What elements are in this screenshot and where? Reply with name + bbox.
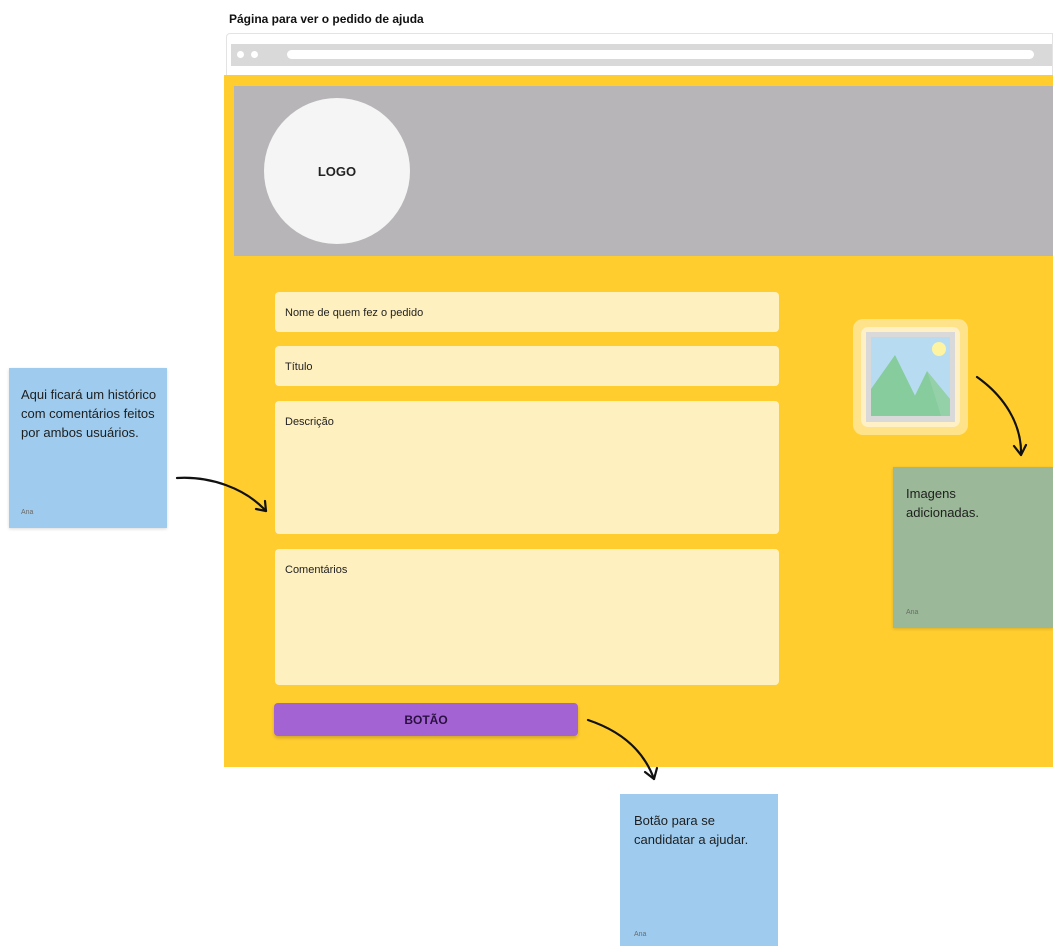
title-field[interactable]: Título [275,346,779,386]
sticky-note-history[interactable]: Aqui ficará um histórico com comentários… [9,368,167,528]
apply-button[interactable]: BOTÃO [274,703,578,736]
logo: LOGO [264,98,410,244]
sticky-note-author: Ana [906,609,919,616]
browser-bar [226,33,1053,75]
window-dot-icon [237,51,244,58]
window-dot-icon [251,51,258,58]
header: LOGO [234,86,1053,256]
sticky-note-author: Ana [21,509,34,516]
sticky-note-text: Aqui ficará um histórico com comentários… [21,387,157,440]
sticky-note-images[interactable]: Imagens adicionadas. Ana [893,467,1053,628]
sticky-note-text: Imagens adicionadas. [906,486,979,520]
comments-field[interactable]: Comentários [275,549,779,685]
browser-toolbar [231,44,1052,66]
sticky-note-text: Botão para se candidatar a ajudar. [634,813,749,847]
sticky-note-author: Ana [634,931,647,938]
description-field[interactable]: Descrição [275,401,779,534]
address-bar[interactable] [287,50,1034,59]
sticky-note-button[interactable]: Botão para se candidatar a ajudar. Ana [620,794,778,946]
requester-name-field[interactable]: Nome de quem fez o pedido [275,292,779,332]
help-request-page: LOGO Nome de quem fez o pedido Título De… [224,75,1053,767]
frame-title: Página para ver o pedido de ajuda [229,12,424,26]
image-icon [861,327,960,427]
image-placeholder [853,319,968,435]
